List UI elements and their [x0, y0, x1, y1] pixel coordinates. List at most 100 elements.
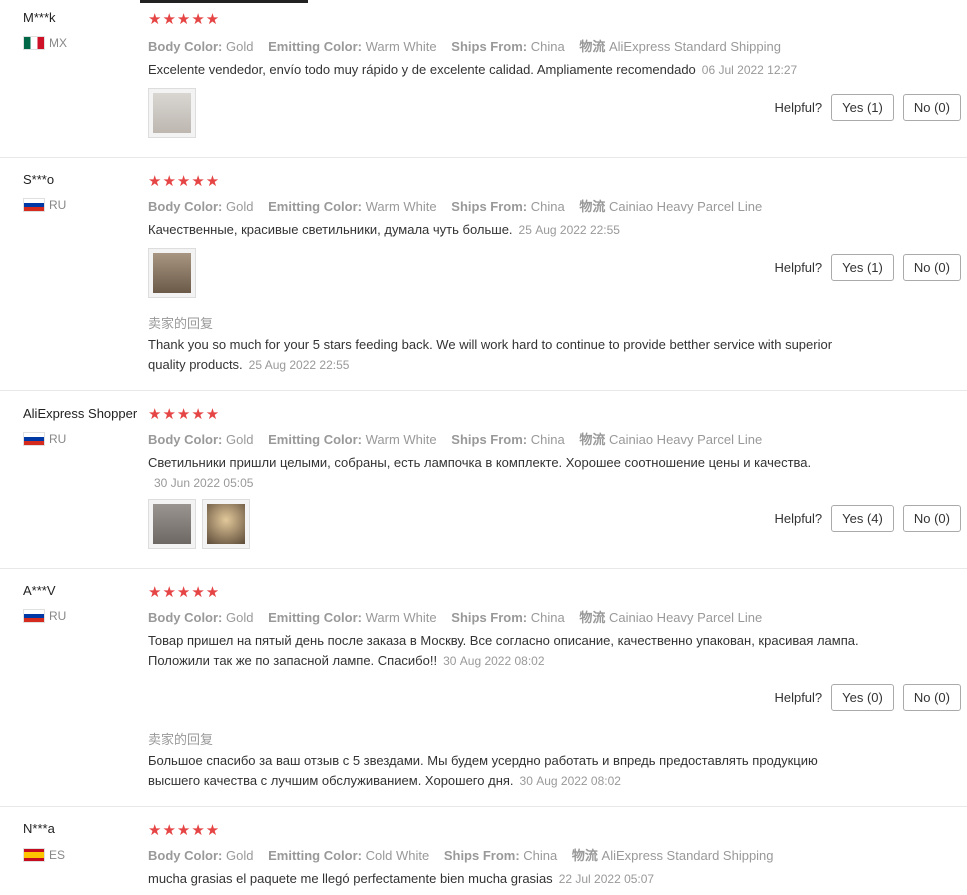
country-code: RU	[49, 432, 67, 446]
logistics-label: 物流	[579, 610, 606, 625]
seller-reply: Thank you so much for your 5 stars feedi…	[148, 335, 848, 375]
review-text: mucha grasias el paquete me llegó perfec…	[148, 869, 868, 889]
body-color-label: Body Color:	[148, 39, 223, 54]
product-attributes: Body Color: Gold Emitting Color: Warm Wh…	[148, 196, 773, 215]
review-content: Качественные, красивые светильники, дума…	[148, 222, 513, 237]
helpful-no-button[interactable]: No (0)	[902, 505, 961, 532]
review-photo[interactable]	[148, 248, 196, 298]
logistics-label: 物流	[571, 848, 598, 863]
reviewer-country: RU	[23, 432, 66, 446]
product-attributes: Body Color: Gold Emitting Color: Cold Wh…	[148, 845, 785, 864]
logistics-value: AliExpress Standard Shipping	[601, 848, 774, 863]
ships-from-value: China	[530, 39, 565, 54]
logistics-label: 物流	[579, 432, 606, 447]
body-color-label: Body Color:	[148, 610, 223, 625]
spain-flag-icon	[23, 848, 45, 862]
ships-from-label: Ships From:	[451, 39, 528, 54]
helpful-yes-button[interactable]: Yes (0)	[831, 684, 894, 711]
emitting-color-label: Emitting Color:	[268, 199, 362, 214]
reviewer-name: M***k	[23, 10, 56, 25]
product-attributes: Body Color: Gold Emitting Color: Warm Wh…	[148, 429, 773, 448]
helpful-yes-button[interactable]: Yes (1)	[831, 254, 894, 281]
emitting-color-value: Warm White	[365, 432, 437, 447]
ships-from-value: China	[523, 848, 558, 863]
ships-from-value: China	[530, 610, 565, 625]
review-date: 06 Jul 2022 12:27	[701, 63, 798, 77]
emitting-color-value: Warm White	[365, 199, 437, 214]
star-rating: ★★★★★	[148, 584, 221, 601]
body-color-value: Gold	[226, 39, 254, 54]
helpful-yes-button[interactable]: Yes (4)	[831, 505, 894, 532]
country-code: ES	[49, 848, 66, 862]
review-item: N***a ES ★★★★★ Body Color: Gold Emitting…	[0, 807, 967, 895]
logistics-value: Cainiao Heavy Parcel Line	[608, 432, 763, 447]
ships-from-value: China	[530, 432, 565, 447]
mexico-flag-icon	[23, 36, 45, 50]
review-photo[interactable]	[148, 88, 196, 138]
ships-from-value: China	[530, 199, 565, 214]
reviewer-name: AliExpress Shopper	[23, 406, 138, 421]
review-content: mucha grasias el paquete me llegó perfec…	[148, 871, 553, 886]
body-color-value: Gold	[226, 199, 254, 214]
ships-from-label: Ships From:	[451, 199, 528, 214]
helpful-label: Helpful?	[774, 100, 823, 115]
review-item: A***V RU ★★★★★ Body Color: Gold Emitting…	[0, 569, 967, 807]
helpful-label: Helpful?	[774, 690, 823, 705]
body-color-value: Gold	[226, 848, 254, 863]
logistics-value: Cainiao Heavy Parcel Line	[608, 610, 763, 625]
russia-flag-icon	[23, 609, 45, 623]
reviewer-country: RU	[23, 609, 66, 623]
emitting-color-label: Emitting Color:	[268, 610, 362, 625]
helpful-yes-button[interactable]: Yes (1)	[831, 94, 894, 121]
helpful-label: Helpful?	[774, 260, 823, 275]
reviewer-country: ES	[23, 848, 65, 862]
reviewer-name: N***a	[23, 821, 55, 836]
reviewer-name: S***o	[23, 172, 55, 187]
review-date: 22 Jul 2022 05:07	[558, 872, 655, 886]
logistics-label: 物流	[579, 199, 606, 214]
star-rating: ★★★★★	[148, 173, 221, 190]
review-item: M***k MX ★★★★★ Body Color: Gold Emitting…	[0, 0, 967, 158]
review-item: AliExpress Shopper RU ★★★★★ Body Color: …	[0, 391, 967, 569]
review-date: 25 Aug 2022 22:55	[518, 223, 620, 237]
review-text: Светильники пришли целыми, собраны, есть…	[148, 453, 868, 493]
review-text: Excelente vendedor, envío todo muy rápid…	[148, 60, 868, 80]
helpful-no-button[interactable]: No (0)	[902, 254, 961, 281]
product-attributes: Body Color: Gold Emitting Color: Warm Wh…	[148, 607, 773, 626]
review-text: Товар пришел на пятый день после заказа …	[148, 631, 868, 671]
body-color-label: Body Color:	[148, 432, 223, 447]
body-color-value: Gold	[226, 432, 254, 447]
review-photo[interactable]	[202, 499, 250, 549]
star-rating: ★★★★★	[148, 406, 221, 423]
product-attributes: Body Color: Gold Emitting Color: Warm Wh…	[148, 36, 792, 55]
reply-content: Большое спасибо за ваш отзыв с 5 звездам…	[148, 753, 818, 788]
reviewer-name: A***V	[23, 583, 56, 598]
emitting-color-value: Warm White	[365, 39, 437, 54]
logistics-label: 物流	[579, 39, 606, 54]
review-content: Excelente vendedor, envío todo muy rápid…	[148, 62, 696, 77]
country-code: RU	[49, 609, 67, 623]
body-color-value: Gold	[226, 610, 254, 625]
seller-reply-title: 卖家的回复	[148, 732, 214, 747]
review-date: 30 Jun 2022 05:05	[154, 476, 254, 490]
emitting-color-label: Emitting Color:	[268, 432, 362, 447]
reviewer-country: MX	[23, 36, 67, 50]
helpful-no-button[interactable]: No (0)	[902, 684, 961, 711]
review-photo[interactable]	[148, 499, 196, 549]
reviewer-country: RU	[23, 198, 66, 212]
reply-date: 30 Aug 2022 08:02	[519, 774, 621, 788]
star-rating: ★★★★★	[148, 822, 221, 839]
russia-flag-icon	[23, 432, 45, 446]
review-item: S***o RU ★★★★★ Body Color: Gold Emitting…	[0, 158, 967, 391]
review-text: Качественные, красивые светильники, дума…	[148, 220, 868, 240]
helpful-label: Helpful?	[774, 511, 823, 526]
emitting-color-value: Cold White	[365, 848, 430, 863]
emitting-color-label: Emitting Color:	[268, 848, 362, 863]
russia-flag-icon	[23, 198, 45, 212]
helpful-no-button[interactable]: No (0)	[902, 94, 961, 121]
logistics-value: Cainiao Heavy Parcel Line	[608, 199, 763, 214]
body-color-label: Body Color:	[148, 199, 223, 214]
country-code: MX	[49, 36, 67, 50]
ships-from-label: Ships From:	[451, 610, 528, 625]
emitting-color-label: Emitting Color:	[268, 39, 362, 54]
